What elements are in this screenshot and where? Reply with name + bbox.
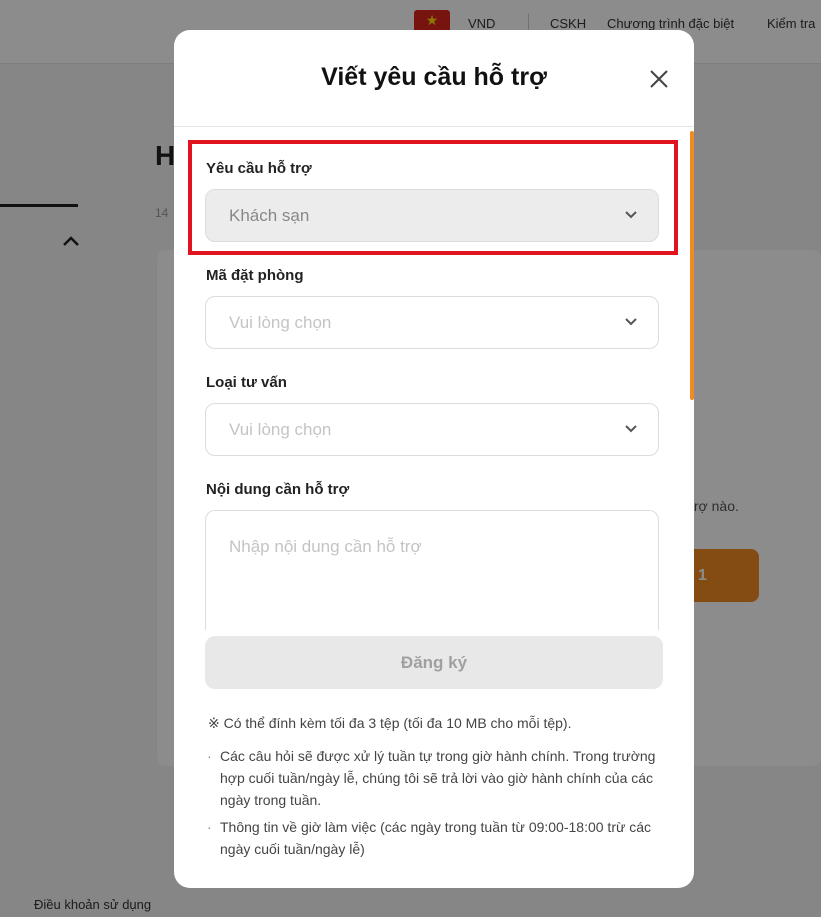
consult-type-placeholder: Vui lòng chọn bbox=[229, 420, 332, 439]
booking-code-select[interactable]: Vui lòng chọn bbox=[205, 296, 659, 349]
info-text: Các câu hỏi sẽ được xử lý tuần tự trong … bbox=[220, 748, 656, 808]
attachment-note: ※ Có thể đính kèm tối đa 3 tệp (tối đa 1… bbox=[208, 715, 572, 731]
content-textarea[interactable]: Nhập nội dung cần hỗ trợ bbox=[205, 510, 659, 630]
bullet: · bbox=[207, 819, 212, 835]
list-item: · Thông tin về giờ làm việc (các ngày tr… bbox=[207, 816, 657, 860]
scrollbar-thumb[interactable] bbox=[690, 131, 694, 400]
content-placeholder: Nhập nội dung cần hỗ trợ bbox=[229, 537, 422, 556]
close-icon[interactable] bbox=[646, 66, 672, 92]
content-label: Nội dung cần hỗ trợ bbox=[206, 481, 350, 498]
info-text: Thông tin về giờ làm việc (các ngày tron… bbox=[220, 819, 652, 857]
bullet: · bbox=[207, 748, 212, 764]
chevron-down-icon bbox=[625, 425, 637, 433]
consult-type-select[interactable]: Vui lòng chọn bbox=[205, 403, 659, 456]
highlight-annotation-box bbox=[188, 140, 678, 255]
list-item: · Các câu hỏi sẽ được xử lý tuần tự tron… bbox=[207, 745, 657, 811]
submit-button[interactable]: Đăng ký bbox=[205, 636, 663, 689]
booking-code-placeholder: Vui lòng chọn bbox=[229, 313, 332, 332]
chevron-down-icon bbox=[625, 318, 637, 326]
modal-title: Viết yêu cầu hỗ trợ bbox=[321, 63, 547, 91]
info-list: · Các câu hỏi sẽ được xử lý tuần tự tron… bbox=[207, 745, 657, 865]
booking-code-label: Mã đặt phòng bbox=[206, 267, 304, 284]
support-request-modal: Viết yêu cầu hỗ trợ Yêu cầu hỗ trợ Khách… bbox=[174, 30, 694, 888]
consult-type-label: Loại tư vấn bbox=[206, 374, 287, 391]
modal-header: Viết yêu cầu hỗ trợ bbox=[174, 30, 694, 127]
